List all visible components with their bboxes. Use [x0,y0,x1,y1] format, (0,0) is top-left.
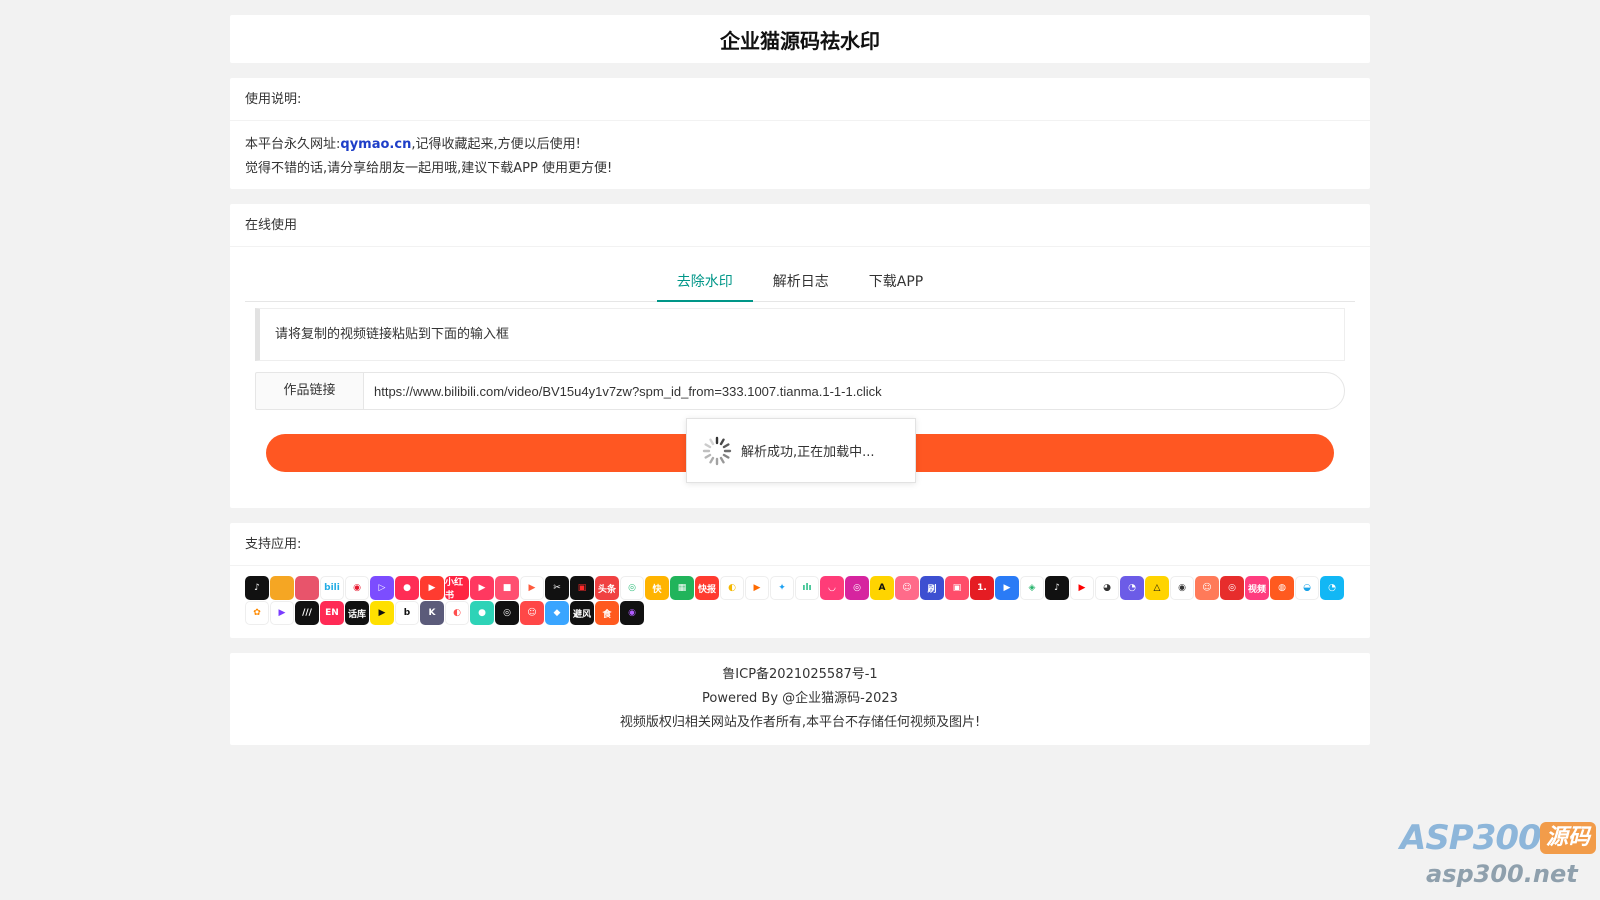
kuaishou-icon: 快 [645,576,669,600]
youtube-icon: ▶ [1070,576,1094,600]
app-icon-11: ■ [495,576,519,600]
tab-remove-watermark[interactable]: 去除水印 [656,264,753,302]
paste-hint: 请将复制的视频链接粘贴到下面的输入框 [255,308,1345,361]
app-icon-18: ▦ [670,576,694,600]
loading-toast: 解析成功,正在加载中... [686,418,916,483]
app-icon-53: ◐ [445,601,469,625]
page-title: 企业猫源码祛水印 [720,28,880,53]
app-icon-54: ● [470,601,494,625]
kuaibao-icon: 快报 [695,576,719,600]
tab-bar: 去除水印 解析日志 下载APP [245,264,1355,302]
app-icon-37: △ [1145,576,1169,600]
xiaohongshu-icon: 小红书 [445,576,469,600]
tab-parse-log[interactable]: 解析日志 [753,264,849,302]
watermark-logo: ASP300 源码 asp300.net [1400,818,1596,894]
app-icon-27: ☺ [895,576,919,600]
app-icon-49: 话库 [345,601,369,625]
app-icon-6: ▷ [370,576,394,600]
support-card: 支持应用: ♪ bili ◉ ▷ ● ▶ 小红书 ▶ ■ ▶ ✂ ▣ 头条 ◎ 快 ▦ 快报 ◐ ▶ ✦ ılı ◡ ◎ A ☺… [230,523,1370,638]
title-card: 企业猫源码祛水印 [230,15,1370,63]
online-card: 在线使用 去除水印 解析日志 下载APP 请将复制的视频链接粘贴到下面的输入框 … [230,204,1370,508]
tab-download-app[interactable]: 下载APP [849,264,943,302]
app-icon-52: K [420,601,444,625]
qq-icon: ◔ [1320,576,1344,600]
app-icon-29: ▣ [945,576,969,600]
intro-line-1-prefix: 本平台永久网址: [245,137,341,152]
app-icon-7: ● [395,576,419,600]
app-icon-58: 避风 [570,601,594,625]
intro-line-1-suffix: ,记得收藏起来,方便以后使用! [411,137,581,152]
toutiao-icon: 头条 [595,576,619,600]
app-icon-43: ◒ [1295,576,1319,600]
disclaimer-text: 视频版权归相关网站及作者所有,本平台不存储任何视频及图片! [619,715,981,730]
app-icon-39: ☺ [1195,576,1219,600]
app-icon-59: 食 [595,601,619,625]
watermark-tag: 源码 [1540,822,1596,854]
link-label: 作品链接 [255,372,363,410]
app-icon-3 [295,576,319,600]
app-icon-50: ▶ [370,601,394,625]
uc-icon: ✿ [245,601,269,625]
app-icon-31: ▶ [995,576,1019,600]
app-icon-55: ◎ [495,601,519,625]
supported-apps: ♪ bili ◉ ▷ ● ▶ 小红书 ▶ ■ ▶ ✂ ▣ 头条 ◎ 快 ▦ 快报 ◐ ▶ ✦ ılı ◡ ◎ A ☺ 刷 ▣ 1. ▶ ◈… [245,576,1355,625]
intro-line-2: 觉得不错的话,请分享给朋友一起用哦,建议下载APP 使用更方便! [245,161,613,176]
app-icon-51: b [395,601,419,625]
app-icon-14: ▣ [570,576,594,600]
intro-line-1: 本平台永久网址:qymao.cn,记得收藏起来,方便以后使用! [245,133,1355,157]
app-icon-16: ◎ [620,576,644,600]
bilibili-icon: bili [320,576,344,600]
tiktok-icon: ♪ [1045,576,1069,600]
app-icon-38: ◉ [1170,576,1194,600]
spinner-icon [702,436,732,465]
app-icon-21: ▶ [745,576,769,600]
support-heading: 支持应用: [230,523,1370,566]
intro-heading: 使用说明: [230,78,1370,121]
app-icon-41: 视频 [1245,576,1269,600]
watermark-url: asp300.net [1426,860,1578,888]
powered-text: Powered By @企业猫源码-2023 [702,691,898,706]
app-icon-36: ◔ [1120,576,1144,600]
app-icon-57: ◆ [545,601,569,625]
twitter-icon: ✦ [770,576,794,600]
site-link[interactable]: qymao.cn [340,137,411,152]
capcut-icon: ✂ [545,576,569,600]
app-icon-56: ☺ [520,601,544,625]
app-icon-47: /// [295,601,319,625]
douyin-icon: ♪ [245,576,269,600]
instagram-icon: ◎ [845,576,869,600]
video-link-input[interactable] [363,372,1345,410]
app-icon-20: ◐ [720,576,744,600]
app-icon-24: ◡ [820,576,844,600]
app-icon-10: ▶ [470,576,494,600]
app-icon-48: EN [320,601,344,625]
app-icon-60: ◉ [620,601,644,625]
icp-text[interactable]: 鲁ICP备2021025587号-1 [230,663,1370,687]
app-icon-35: ◕ [1095,576,1119,600]
toast-text: 解析成功,正在加载中... [741,445,875,460]
netease-music-icon: ◎ [1220,576,1244,600]
online-heading: 在线使用 [230,204,1370,247]
app-icon-42: ◍ [1270,576,1294,600]
app-icon-32: ◈ [1020,576,1044,600]
app-icon-8: ▶ [420,576,444,600]
intro-body: 本平台永久网址:qymao.cn,记得收藏起来,方便以后使用! 觉得不错的话,请… [230,121,1370,193]
watermark-brand: ASP300 [1400,818,1542,858]
app-icon-30: 1. [970,576,994,600]
footer: 鲁ICP备2021025587号-1 Powered By @企业猫源码-202… [230,653,1370,745]
weibo-icon: ◉ [345,576,369,600]
app-icon-2 [270,576,294,600]
app-icon-28: 刷 [920,576,944,600]
app-icon-46: ▶ [270,601,294,625]
link-row: 作品链接 [255,372,1345,410]
app-icon-26: A [870,576,894,600]
app-icon-23: ılı [795,576,819,600]
intro-card: 使用说明: 本平台永久网址:qymao.cn,记得收藏起来,方便以后使用! 觉得… [230,78,1370,189]
app-icon-12: ▶ [520,576,544,600]
